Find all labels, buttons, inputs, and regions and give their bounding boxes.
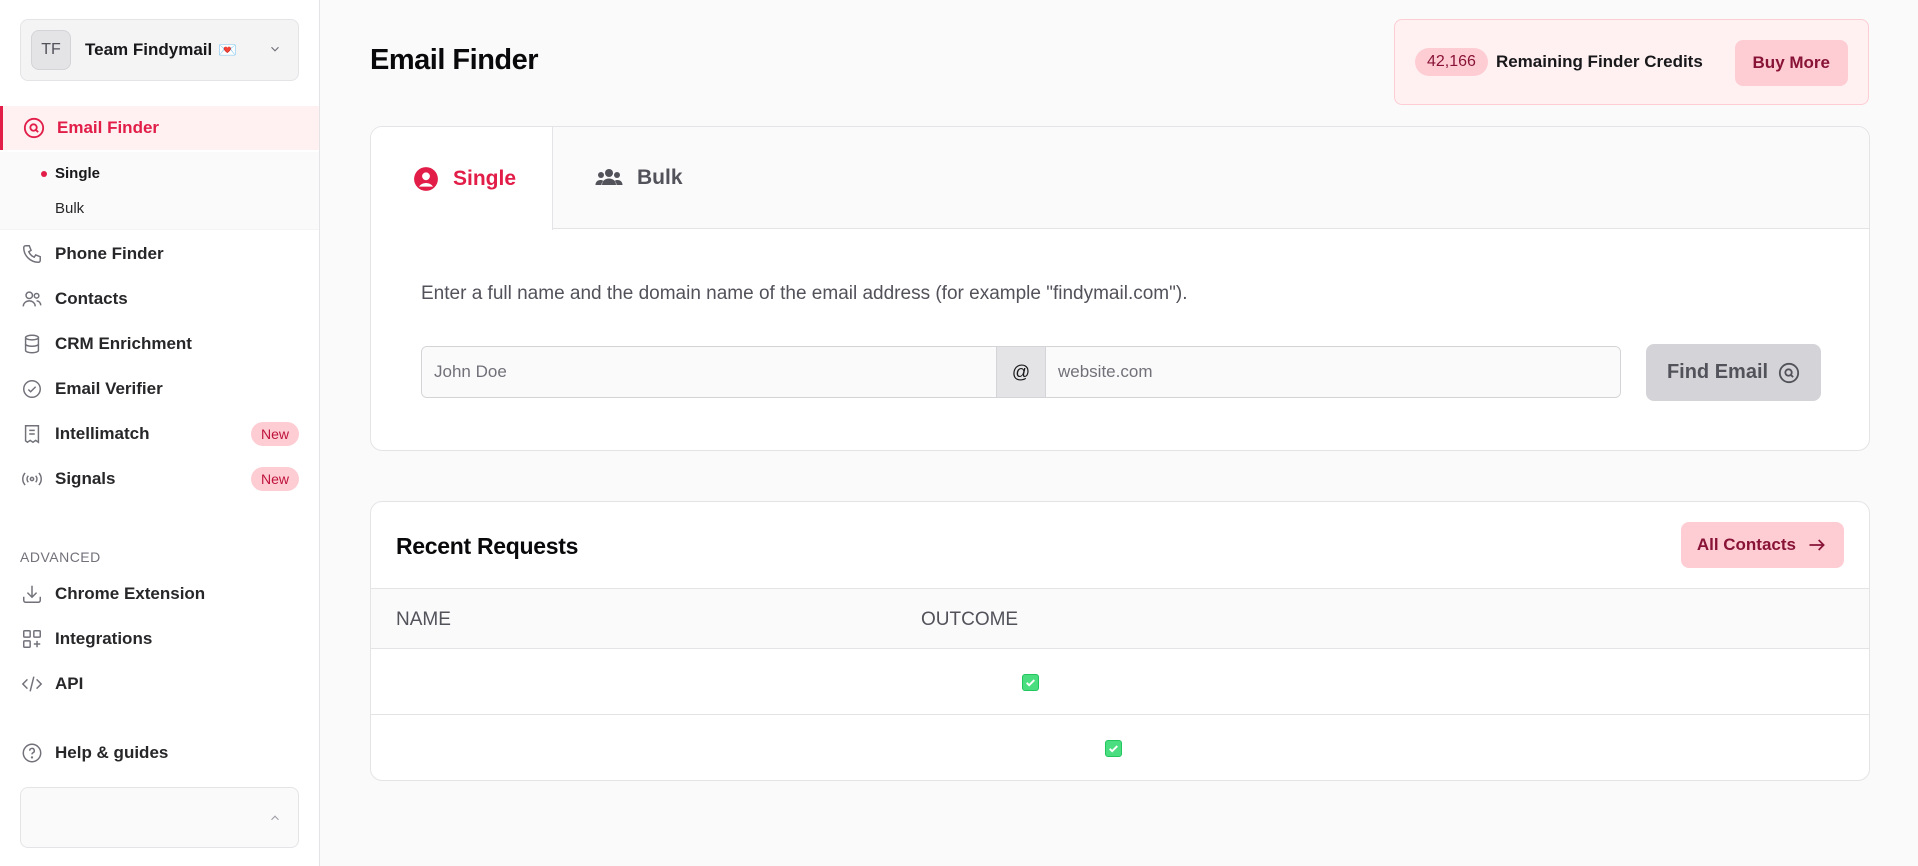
recent-requests-card: Recent Requests All Contacts NAME OUTCOM… bbox=[370, 501, 1870, 781]
arrow-right-icon bbox=[1806, 535, 1828, 555]
chevron-up-icon bbox=[268, 811, 282, 830]
check-success-icon bbox=[1022, 674, 1039, 691]
recent-requests-title: Recent Requests bbox=[396, 533, 579, 559]
sidebar-item-label: Email Verifier bbox=[55, 379, 163, 398]
sidebar-item-email-verifier[interactable]: Email Verifier bbox=[0, 367, 319, 411]
sidebar-item-integrations[interactable]: Integrations bbox=[0, 617, 319, 661]
grid-plus-icon bbox=[20, 627, 44, 651]
download-icon bbox=[20, 582, 44, 606]
code-icon bbox=[20, 672, 44, 696]
database-icon bbox=[20, 332, 44, 356]
user-menu[interactable] bbox=[20, 787, 299, 848]
finder-instructions: Enter a full name and the domain name of… bbox=[421, 283, 1188, 304]
all-contacts-label: All Contacts bbox=[1696, 535, 1796, 554]
team-name: Team Findymail bbox=[85, 40, 213, 59]
document-icon bbox=[20, 422, 44, 446]
question-icon bbox=[20, 741, 44, 765]
sidebar-subitem-single[interactable]: Single bbox=[55, 165, 100, 182]
users-icon bbox=[20, 287, 44, 311]
find-email-button[interactable]: Find Email bbox=[1646, 344, 1821, 401]
sidebar-item-label: Integrations bbox=[55, 629, 153, 648]
email-finder-card: Single Bulk Enter a full name and the do… bbox=[370, 126, 1870, 451]
at-symbol: @ bbox=[996, 347, 1046, 397]
sidebar-item-label: Contacts bbox=[55, 289, 128, 308]
sidebar-item-chrome-extension[interactable]: Chrome Extension bbox=[0, 572, 319, 616]
active-dot bbox=[41, 171, 47, 177]
users-group-icon bbox=[595, 166, 623, 190]
email-finder-submenu bbox=[0, 152, 319, 230]
team-emoji: 💌 bbox=[218, 42, 237, 59]
chevron-down-icon bbox=[268, 42, 282, 61]
full-name-input[interactable] bbox=[422, 347, 996, 397]
check-success-icon bbox=[1105, 740, 1122, 757]
new-badge: New bbox=[250, 467, 299, 491]
sidebar-item-help[interactable]: Help & guides bbox=[0, 731, 319, 775]
tab-label: Single bbox=[453, 166, 517, 190]
buy-more-button[interactable]: Buy More bbox=[1734, 40, 1848, 86]
sidebar-item-phone-finder[interactable]: Phone Finder bbox=[0, 232, 319, 276]
tab-bulk[interactable]: Bulk bbox=[553, 127, 703, 229]
check-circle-icon bbox=[20, 377, 44, 401]
sidebar-item-email-finder[interactable]: Email Finder bbox=[0, 106, 319, 150]
search-circle-icon bbox=[22, 116, 46, 140]
column-header-name: NAME bbox=[396, 609, 451, 630]
sidebar-item-label: Intellimatch bbox=[55, 424, 150, 443]
sidebar-item-label: Email Finder bbox=[57, 118, 160, 137]
page-title: Email Finder bbox=[370, 44, 539, 76]
sidebar-item-label: Signals bbox=[55, 469, 116, 488]
sidebar-item-label: CRM Enrichment bbox=[55, 334, 192, 353]
sidebar-item-contacts[interactable]: Contacts bbox=[0, 277, 319, 321]
sidebar-item-label: Phone Finder bbox=[55, 244, 164, 263]
email-finder-form: @ bbox=[421, 346, 1621, 398]
sidebar-item-api[interactable]: API bbox=[0, 662, 319, 706]
credits-panel: 42,166 Remaining Finder Credits Buy More bbox=[1394, 19, 1869, 105]
all-contacts-button[interactable]: All Contacts bbox=[1680, 522, 1844, 568]
tab-single[interactable]: Single bbox=[371, 127, 553, 230]
domain-input[interactable] bbox=[1046, 347, 1620, 397]
sidebar-item-label: API bbox=[55, 674, 84, 693]
table-row[interactable] bbox=[371, 715, 1869, 780]
user-circle-icon bbox=[413, 166, 439, 192]
credits-label: Remaining Finder Credits bbox=[1495, 52, 1703, 71]
table-row[interactable] bbox=[371, 649, 1869, 715]
sidebar-item-label: Help & guides bbox=[55, 743, 169, 762]
sidebar-item-label: Chrome Extension bbox=[55, 584, 206, 603]
phone-icon bbox=[20, 242, 44, 266]
column-header-outcome: OUTCOME bbox=[921, 609, 1019, 630]
sidebar-subitem-bulk[interactable]: Bulk bbox=[55, 200, 84, 217]
sidebar: TF Team Findymail 💌 Email Finder Single … bbox=[0, 0, 320, 866]
team-switcher[interactable]: TF Team Findymail 💌 bbox=[20, 19, 299, 81]
finder-tabs: Single Bulk bbox=[371, 127, 1869, 230]
team-avatar: TF bbox=[31, 30, 71, 70]
credits-count: 42,166 bbox=[1415, 48, 1488, 76]
tab-label: Bulk bbox=[637, 166, 683, 189]
sidebar-item-crm-enrichment[interactable]: CRM Enrichment bbox=[0, 322, 319, 366]
table-header: NAME OUTCOME bbox=[371, 588, 1869, 649]
signal-icon bbox=[20, 467, 44, 491]
new-badge: New bbox=[250, 422, 299, 446]
search-circle-icon bbox=[1778, 362, 1800, 384]
find-email-label: Find Email bbox=[1666, 361, 1769, 383]
advanced-section-label: ADVANCED bbox=[20, 549, 101, 565]
